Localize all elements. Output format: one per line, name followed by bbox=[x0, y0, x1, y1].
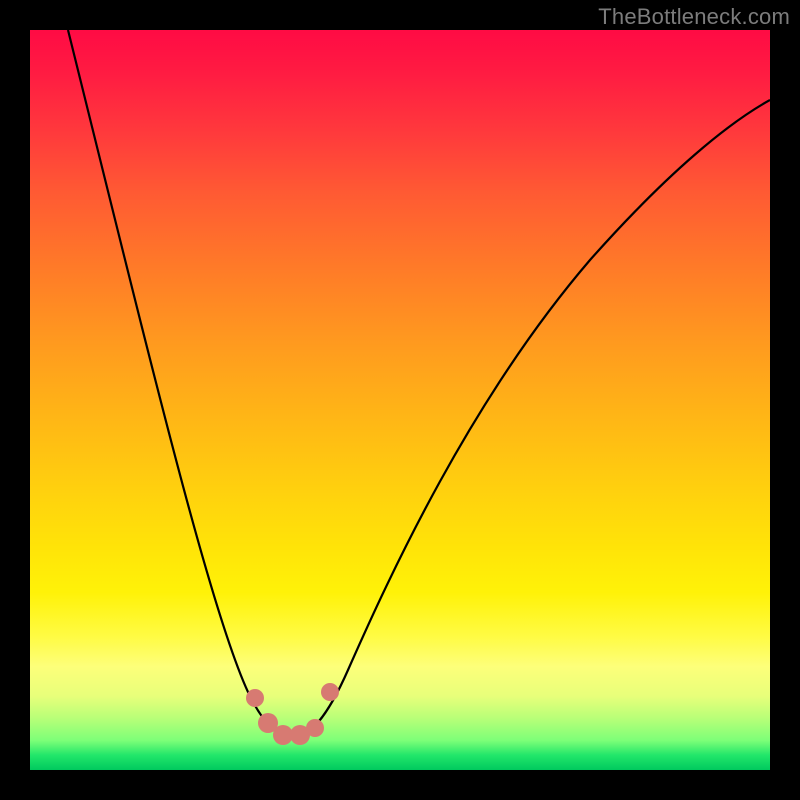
curve-marker bbox=[321, 683, 339, 701]
bottleneck-curve bbox=[68, 30, 770, 738]
chart-svg-layer bbox=[30, 30, 770, 770]
curve-marker bbox=[306, 719, 324, 737]
watermark-text: TheBottleneck.com bbox=[598, 4, 790, 30]
chart-plot-area bbox=[30, 30, 770, 770]
curve-marker bbox=[246, 689, 264, 707]
